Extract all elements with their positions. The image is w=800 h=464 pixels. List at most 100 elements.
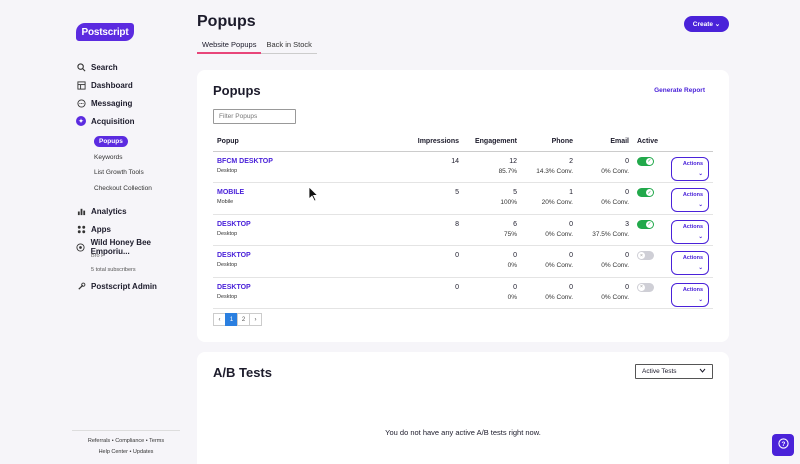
- engagement-value: 0: [513, 283, 517, 291]
- footer-link-updates[interactable]: Updates: [133, 449, 154, 455]
- active-toggle[interactable]: ✓: [637, 188, 654, 197]
- col-impressions[interactable]: Impressions: [411, 132, 463, 152]
- popups-card-title: Popups: [213, 83, 261, 98]
- popup-name-link[interactable]: DESKTOP: [217, 251, 407, 261]
- ab-tests-empty-message: You do not have any active A/B tests rig…: [385, 428, 541, 437]
- phone-value: 1: [569, 189, 573, 196]
- pagination-next[interactable]: ›: [249, 313, 262, 326]
- footer-link-help-center[interactable]: Help Center: [99, 449, 128, 455]
- email-conversion: 0% Conv.: [601, 262, 629, 269]
- filter-popups-input[interactable]: [213, 109, 296, 124]
- popup-device: Desktop: [217, 293, 238, 300]
- page-tabs: Website Popups Back in Stock: [197, 38, 317, 54]
- analytics-icon: [76, 206, 86, 216]
- phone-conversion: 0% Conv.: [545, 230, 573, 238]
- sidebar-item-apps[interactable]: Apps: [76, 220, 188, 238]
- table-row: DESKTOP Desktop 0 0 0% 0 0% Conv. 0 0% Conv. × Act…: [213, 277, 713, 309]
- col-engagement[interactable]: Engagement: [463, 132, 521, 152]
- popups-card: Popups Generate Report Popup Impressions…: [197, 70, 729, 342]
- phone-value: 0: [569, 283, 573, 291]
- sidebar-subitem-keywords[interactable]: Keywords: [76, 150, 188, 166]
- sidebar-item-messaging[interactable]: Messaging: [76, 94, 188, 112]
- generate-report-link[interactable]: Generate Report: [654, 87, 705, 94]
- tab-website-popups[interactable]: Website Popups: [197, 38, 262, 54]
- phone-conversion: 0% Conv.: [545, 262, 573, 269]
- phone-value: 0: [569, 220, 573, 228]
- sidebar-item-label: Acquisition: [91, 116, 135, 126]
- chevron-down-icon: ⌄: [698, 170, 703, 177]
- help-button[interactable]: ?: [772, 434, 794, 456]
- sidebar-item-label: Dashboard: [91, 80, 133, 90]
- subscriber-count: 5 total subscribers: [91, 267, 136, 273]
- table-row: MOBILE Mobile 5 5 100% 1 20% Conv. 0 0% Conv. ✓ Ac…: [213, 182, 713, 215]
- popup-device: Desktop: [217, 262, 238, 268]
- popup-device: Desktop: [217, 167, 238, 174]
- table-row: DESKTOP Desktop 0 0 0% 0 0% Conv. 0 0% Conv. × Act…: [213, 245, 713, 278]
- pagination: ‹ 1 2 ›: [213, 313, 262, 326]
- actions-button[interactable]: Actions ⌄: [671, 251, 709, 275]
- active-toggle[interactable]: ×: [637, 251, 654, 260]
- sidebar: Postscript Search Dashboard Messaging ✦ …: [0, 0, 196, 464]
- active-toggle[interactable]: ×: [637, 282, 654, 292]
- ab-tests-filter-select[interactable]: Active Tests: [635, 364, 713, 379]
- sidebar-item-analytics[interactable]: Analytics: [76, 202, 188, 220]
- impressions-value: 5: [455, 189, 459, 196]
- search-icon: [76, 62, 86, 72]
- acquisition-icon: ✦: [76, 116, 86, 126]
- footer-link-terms[interactable]: Terms: [149, 438, 164, 444]
- create-button[interactable]: Create ⌄: [684, 16, 729, 32]
- active-toggle[interactable]: ✓: [637, 156, 654, 166]
- dashboard-icon: [76, 80, 86, 90]
- popup-name-link[interactable]: BFCM DESKTOP: [217, 157, 407, 167]
- actions-button[interactable]: Actions ⌄: [671, 282, 709, 307]
- engagement-value: 5: [513, 189, 517, 196]
- footer-link-referrals[interactable]: Referrals: [88, 438, 110, 444]
- check-icon: ✓: [646, 189, 653, 196]
- footer-link-compliance[interactable]: Compliance: [115, 438, 144, 444]
- sidebar-item-postscript-admin[interactable]: Postscript Admin: [76, 277, 188, 295]
- popup-name-link[interactable]: DESKTOP: [217, 220, 407, 230]
- col-popup[interactable]: Popup: [213, 132, 411, 152]
- email-value: 3: [625, 220, 629, 228]
- check-icon: ✓: [646, 220, 653, 228]
- actions-button[interactable]: Actions ⌄: [671, 188, 709, 212]
- svg-text:?: ?: [781, 441, 785, 448]
- page-title: Popups: [197, 13, 256, 30]
- chevron-down-icon: [699, 368, 706, 375]
- chevron-down-icon: ⌄: [698, 233, 703, 240]
- email-value: 0: [625, 252, 629, 259]
- active-toggle[interactable]: ✓: [637, 219, 654, 229]
- table-row: BFCM DESKTOP Desktop 14 12 85.7% 2 14.3% Conv.…: [213, 151, 713, 183]
- tab-back-in-stock[interactable]: Back in Stock: [261, 38, 316, 54]
- sidebar-subitem-checkout-collection[interactable]: Checkout Collection: [76, 181, 188, 197]
- chevron-down-icon: ⌄: [698, 202, 703, 208]
- chevron-down-icon: ⌄: [698, 296, 703, 303]
- sidebar-item-dashboard[interactable]: Dashboard: [76, 76, 188, 94]
- actions-button[interactable]: Actions ⌄: [671, 156, 709, 181]
- wrench-icon: [76, 281, 86, 291]
- sidebar-footer: Referrals • Compliance • Terms Help Cent…: [72, 430, 180, 458]
- sidebar-subitem-popups[interactable]: Popups: [76, 134, 188, 150]
- impressions-value: 0: [455, 283, 459, 291]
- sidebar-subitem-list-growth-tools[interactable]: List Growth Tools: [76, 165, 188, 181]
- popup-device: Desktop: [217, 230, 238, 237]
- phone-value: 0: [569, 252, 573, 259]
- email-value: 0: [625, 189, 629, 196]
- email-conversion: 37.5% Conv.: [592, 230, 629, 238]
- engagement-rate: 0%: [507, 293, 517, 301]
- col-email[interactable]: Email: [577, 132, 633, 152]
- engagement-rate: 75%: [503, 230, 517, 238]
- sidebar-item-search[interactable]: Search: [76, 58, 188, 76]
- email-conversion: 0% Conv.: [601, 167, 629, 175]
- sidebar-item-acquisition[interactable]: ✦ Acquisition: [76, 112, 188, 130]
- phone-conversion: 20% Conv.: [541, 199, 573, 206]
- chevron-down-icon: ⌄: [698, 265, 703, 271]
- engagement-rate: 100%: [500, 199, 517, 206]
- col-phone[interactable]: Phone: [521, 132, 577, 152]
- actions-button[interactable]: Actions ⌄: [671, 219, 709, 244]
- x-icon: ×: [638, 252, 645, 259]
- engagement-rate: 0%: [507, 262, 517, 269]
- postscript-logo[interactable]: Postscript: [76, 23, 134, 41]
- popup-name-link[interactable]: DESKTOP: [217, 283, 407, 293]
- sidebar-item-label: Search: [91, 62, 118, 72]
